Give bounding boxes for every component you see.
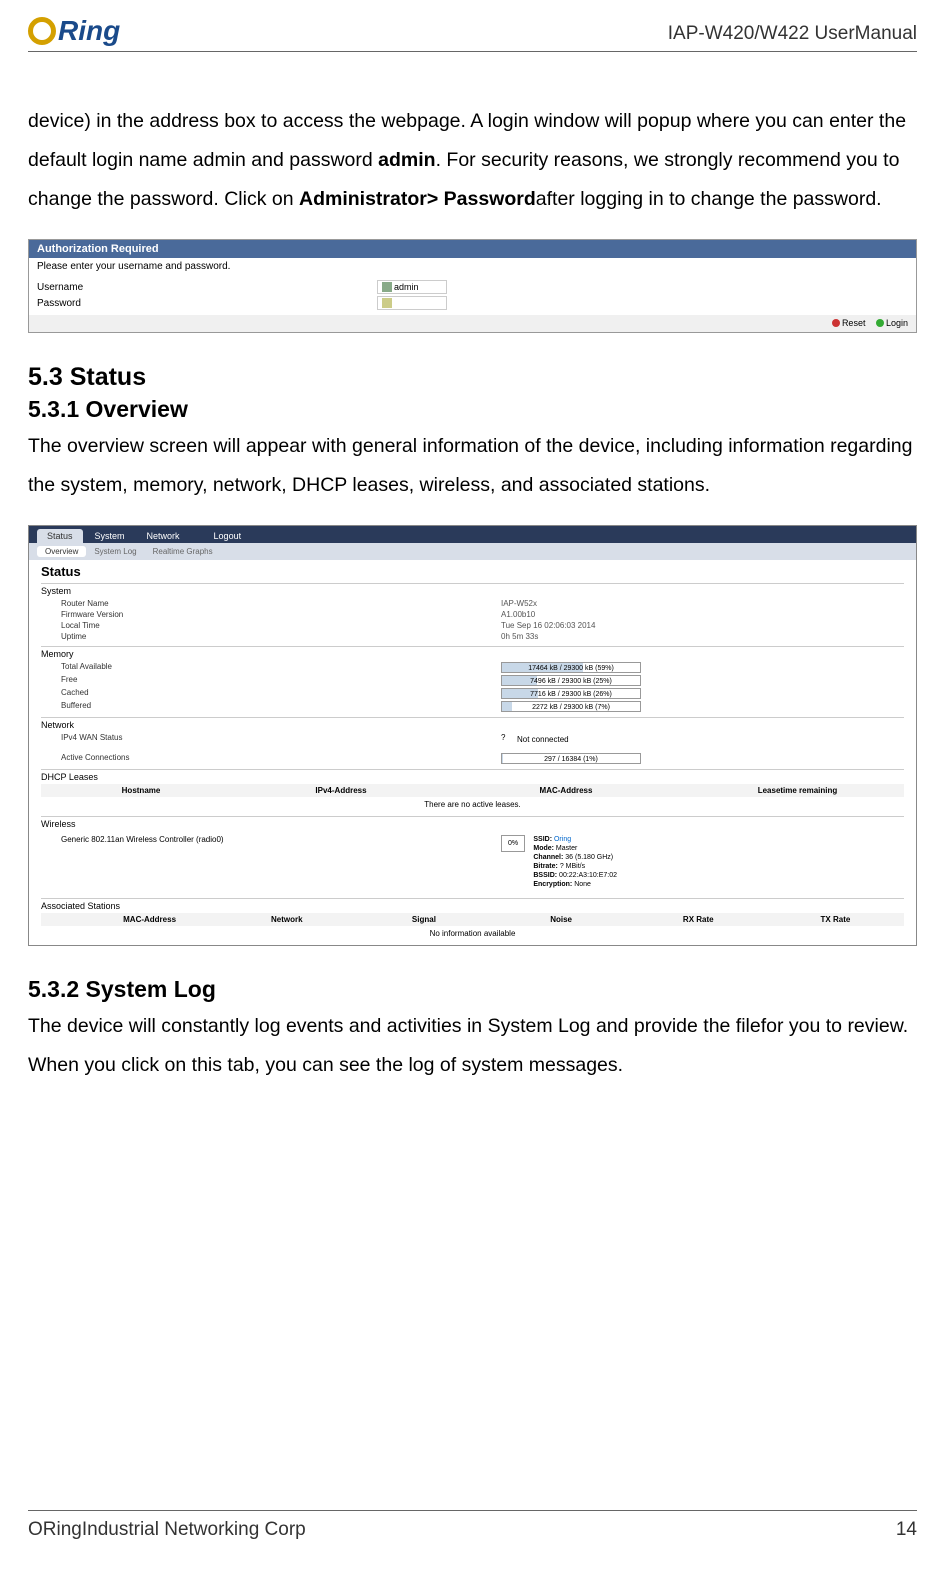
wireless-section: Wireless Generic 802.11an Wireless Contr… [41,816,904,894]
memory-heading: Memory [41,647,904,661]
username-input[interactable]: admin [377,280,447,294]
tab-logout[interactable]: Logout [204,529,252,543]
status-screenshot: Status System Network Logout Overview Sy… [28,525,917,946]
top-tab-bar: Status System Network Logout [29,526,916,543]
syslog-paragraph: The device will constantly log events an… [28,1007,917,1085]
auth-title: Authorization Required [29,240,916,258]
page-header: Ring IAP-W420/W422 UserManual [28,15,917,52]
status-page-title: Status [29,560,916,583]
assoc-col-mac: MAC-Address [81,915,218,924]
subtab-realtime-graphs[interactable]: Realtime Graphs [145,546,221,557]
wan-status-label: IPv4 WAN Status [61,733,501,745]
intro-paragraph: device) in the address box to access the… [28,102,917,219]
footer-page-number: 14 [896,1519,917,1541]
assoc-col-signal: Signal [355,915,492,924]
uptime-value: 0h 5m 33s [501,632,538,641]
page-footer: ORingIndustrial Networking Corp 14 [28,1510,917,1541]
wan-status-value: Not connected [517,735,569,744]
no-info-available: No information available [41,926,904,941]
free-bar: 7496 kB / 29300 kB (25%) [501,675,641,686]
network-section: Network IPv4 WAN Status? Not connected Ac… [41,717,904,765]
firmware-value: A1.00b10 [501,610,535,619]
uptime-label: Uptime [61,632,501,641]
router-name-value: IAP-W52x [501,599,537,608]
document-title: IAP-W420/W422 UserManual [668,15,917,45]
buffered-bar: 2272 kB / 29300 kB (7%) [501,701,641,712]
cached-label: Cached [61,688,501,699]
logo-text: Ring [58,15,120,47]
no-active-leases: There are no active leases. [41,797,904,812]
tab-system[interactable]: System [85,529,135,543]
key-icon [382,298,392,308]
assoc-section: Associated Stations MAC-Address Network … [41,898,904,941]
assoc-heading: Associated Stations [41,899,904,913]
dhcp-col-ipv4: IPv4-Address [241,786,441,795]
assoc-col-rx: RX Rate [630,915,767,924]
user-icon [382,282,392,292]
tab-network[interactable]: Network [137,529,190,543]
network-heading: Network [41,718,904,732]
login-icon [876,319,884,327]
overview-paragraph: The overview screen will appear with gen… [28,427,917,505]
wireless-controller: Generic 802.11an Wireless Controller (ra… [61,835,501,890]
assoc-col-network: Network [218,915,355,924]
dhcp-col-leasetime: Leasetime remaining [691,786,904,795]
section-5-3-1-heading: 5.3.1 Overview [28,396,917,423]
memory-section: Memory Total Available17464 kB / 29300 k… [41,646,904,713]
wireless-heading: Wireless [41,817,904,831]
dhcp-col-hostname: Hostname [41,786,241,795]
local-time-value: Tue Sep 16 02:06:03 2014 [501,621,595,630]
footer-company: ORingIndustrial Networking Corp [28,1519,306,1541]
system-heading: System [41,584,904,598]
subtab-system-log[interactable]: System Log [86,546,144,557]
buffered-label: Buffered [61,701,501,712]
router-name-label: Router Name [61,599,501,608]
username-label: Username [37,282,377,293]
reset-button[interactable]: Reset [832,318,866,328]
wifi-signal-pct: 0% [501,835,525,852]
local-time-label: Local Time [61,621,501,630]
dhcp-section: DHCP Leases Hostname IPv4-Address MAC-Ad… [41,769,904,812]
total-avail-label: Total Available [61,662,501,673]
auth-subtitle: Please enter your username and password. [29,258,916,275]
dhcp-col-mac: MAC-Address [441,786,691,795]
sub-tab-bar: Overview System Log Realtime Graphs [29,543,916,560]
system-section: System Router NameIAP-W52x Firmware Vers… [41,583,904,642]
cached-bar: 7716 kB / 29300 kB (26%) [501,688,641,699]
logo: Ring [28,15,120,47]
not-connected-icon: ? [501,733,513,745]
password-input[interactable] [377,296,447,310]
dhcp-heading: DHCP Leases [41,770,904,784]
active-conn-label: Active Connections [61,753,501,764]
total-avail-bar: 17464 kB / 29300 kB (59%) [501,662,641,673]
free-label: Free [61,675,501,686]
reset-icon [832,319,840,327]
logo-o-icon [28,17,56,45]
assoc-col-tx: TX Rate [767,915,904,924]
password-label: Password [37,298,377,309]
section-5-3-heading: 5.3 Status [28,363,917,392]
login-button[interactable]: Login [876,318,908,328]
subtab-overview[interactable]: Overview [37,546,86,557]
assoc-col-noise: Noise [493,915,630,924]
wifi-details: SSID: Oring Mode: Master Channel: 36 (5.… [533,835,617,890]
section-5-3-2-heading: 5.3.2 System Log [28,976,917,1003]
firmware-label: Firmware Version [61,610,501,619]
auth-screenshot: Authorization Required Please enter your… [28,239,917,333]
active-conn-bar: 297 / 16384 (1%) [501,753,641,764]
tab-status[interactable]: Status [37,529,83,543]
